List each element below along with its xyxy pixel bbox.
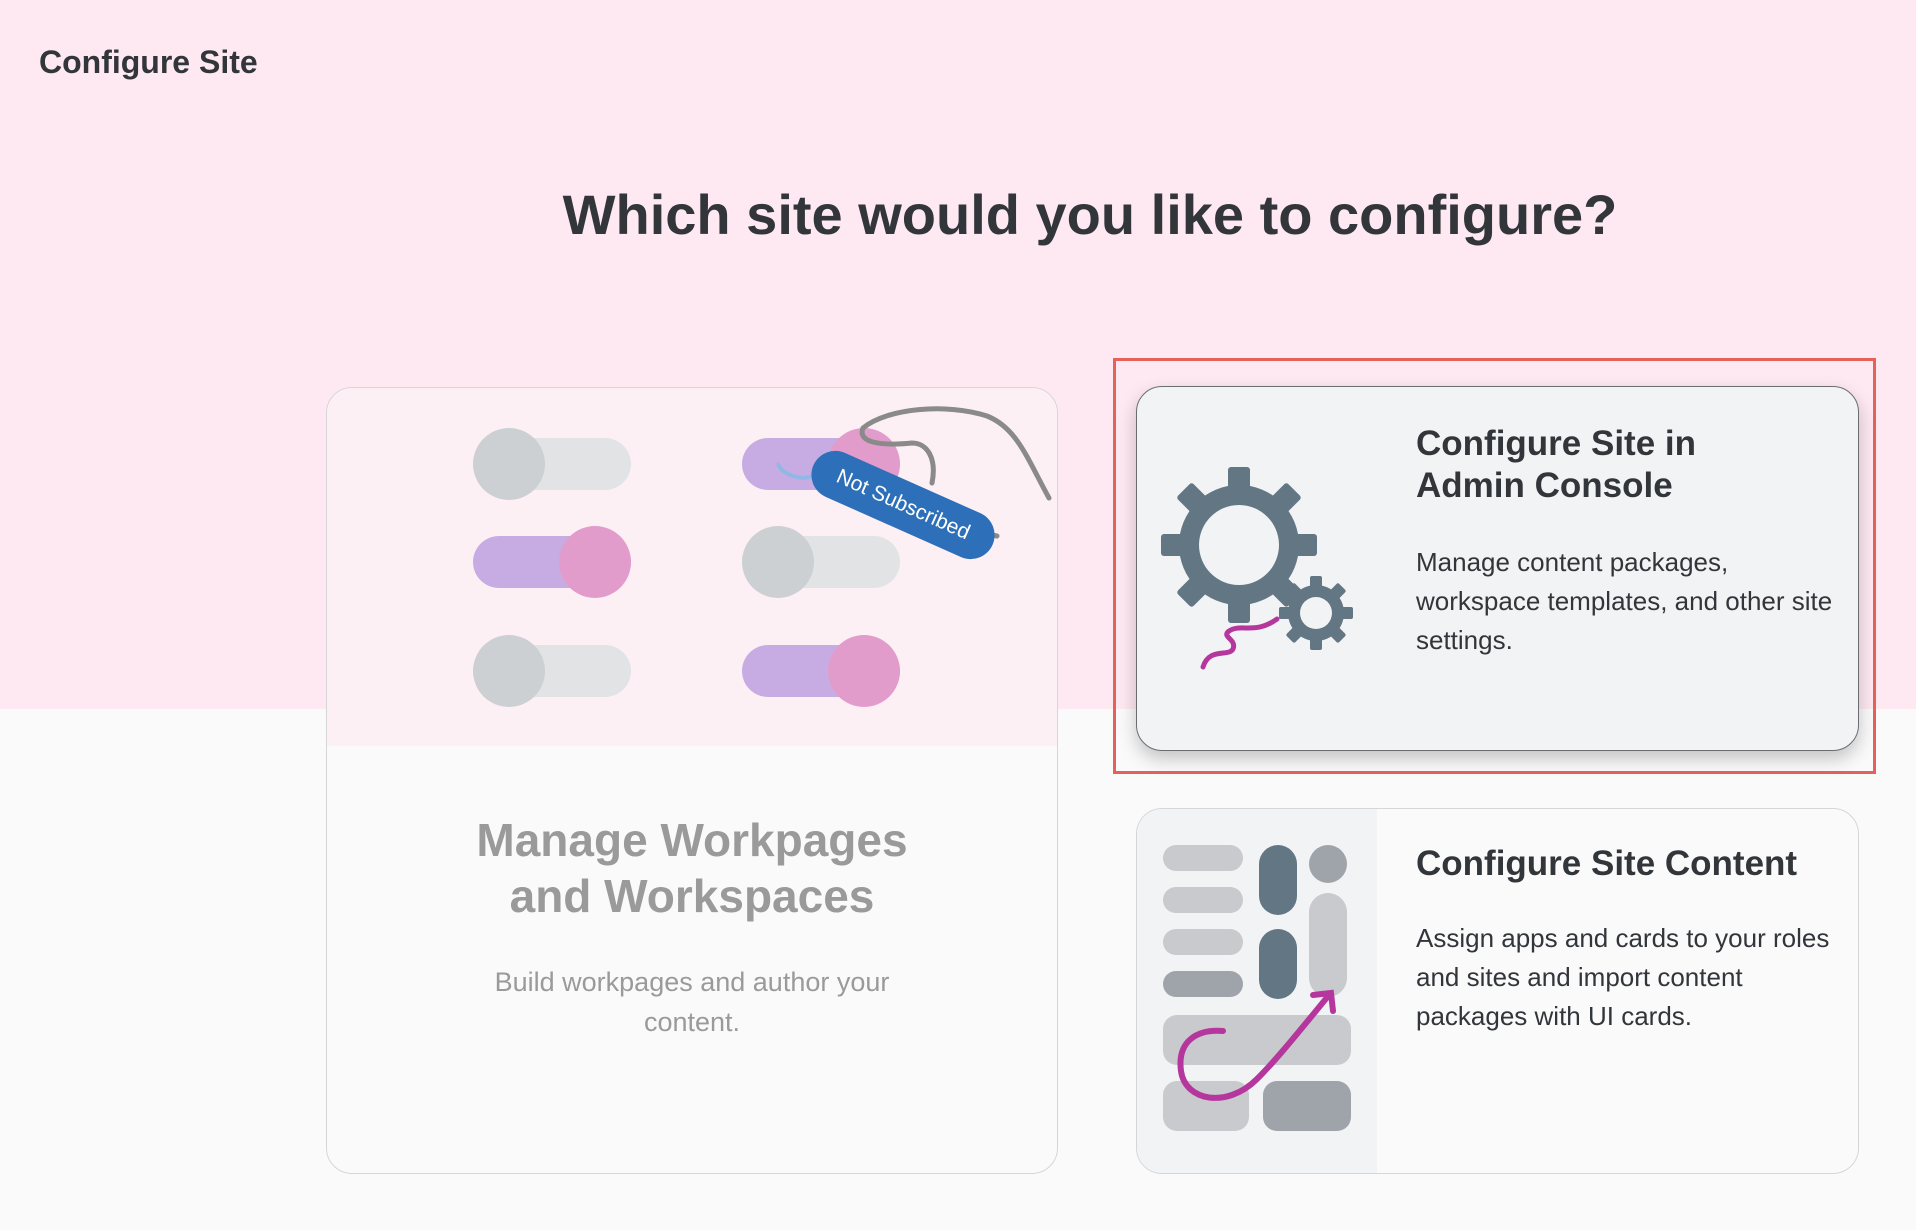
tile-configure-admin-console[interactable]: Configure Site in Admin Console Manage c… [1136, 386, 1859, 751]
app-title: Configure Site [39, 44, 258, 80]
tile-description: Assign apps and cards to your roles and … [1416, 923, 1830, 1031]
tile-description: Build workpages and author your content. [494, 967, 890, 1037]
layout-icon [1163, 845, 1351, 1131]
tile-title: Configure Site Content [1416, 844, 1798, 883]
page-heading: Which site would you like to configure? [562, 183, 1618, 246]
tile-configure-site-content[interactable]: Configure Site Content Assign apps and c… [1136, 808, 1859, 1174]
layout-illustration [1137, 809, 1377, 1173]
tile-manage-workpages[interactable]: Not Subscribed Manage Workpages and Work… [326, 387, 1058, 1174]
toggles-illustration: Not Subscribed [327, 388, 1057, 746]
gear-icon [1161, 467, 1353, 670]
tile-title: Configure Site in Admin Console [1416, 424, 1696, 505]
tile-title: Manage Workpages and Workspaces [476, 814, 908, 922]
tile-description: Manage content packages, workspace templ… [1416, 547, 1833, 655]
hand-sketch-icon [776, 406, 1052, 539]
